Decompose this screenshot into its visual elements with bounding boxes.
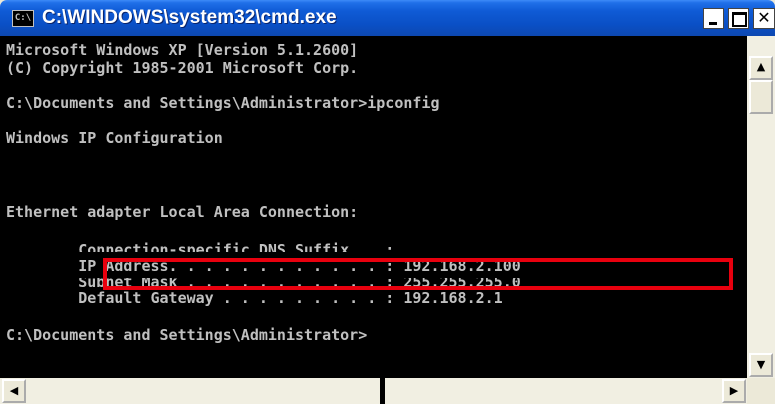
- ip-address-highlight-box: [103, 258, 733, 290]
- scroll-up-button[interactable]: ▲: [749, 56, 773, 80]
- horizontal-scrollbar[interactable]: [0, 378, 747, 404]
- title-bar[interactable]: C:\ C:\WINDOWS\system32\cmd.exe ✕: [0, 0, 775, 36]
- scroll-right-button[interactable]: ▶: [722, 379, 746, 403]
- close-icon: ✕: [757, 8, 771, 27]
- arrow-up-icon: ▲: [756, 60, 766, 73]
- close-button[interactable]: ✕: [753, 8, 775, 29]
- cmd-window: C:\ C:\WINDOWS\system32\cmd.exe ✕ Micros…: [0, 0, 775, 404]
- maximize-button[interactable]: [728, 8, 749, 29]
- cmd-app-icon[interactable]: C:\: [12, 10, 34, 27]
- arrow-left-icon: ◀: [9, 384, 19, 397]
- scrollbar-corner: [747, 378, 775, 404]
- console-line-prompt-ipconfig: C:\Documents and Settings\Administrator>…: [6, 94, 440, 112]
- console-line-prompt: C:\Documents and Settings\Administrator>: [6, 326, 368, 344]
- arrow-right-icon: ▶: [729, 384, 739, 397]
- minimize-button[interactable]: [703, 8, 724, 29]
- console-line-default-gateway: Default Gateway . . . . . . . . . : 192.…: [6, 289, 503, 307]
- console-line-ethernet-adapter: Ethernet adapter Local Area Connection:: [6, 203, 359, 221]
- console-line-version: Microsoft Windows XP [Version 5.1.2600]: [6, 41, 359, 59]
- vertical-scroll-thumb[interactable]: [749, 80, 773, 114]
- console-line-copyright: (C) Copyright 1985-2001 Microsoft Corp.: [6, 59, 359, 77]
- annotation-pointer-line: [380, 290, 385, 404]
- scroll-down-button[interactable]: ▼: [749, 353, 773, 377]
- window-title: C:\WINDOWS\system32\cmd.exe: [42, 7, 337, 28]
- console-line-ip-configuration: Windows IP Configuration: [6, 129, 223, 147]
- arrow-down-icon: ▼: [756, 358, 766, 371]
- scroll-left-button[interactable]: ◀: [2, 379, 26, 403]
- console-output[interactable]: Microsoft Windows XP [Version 5.1.2600] …: [0, 36, 747, 378]
